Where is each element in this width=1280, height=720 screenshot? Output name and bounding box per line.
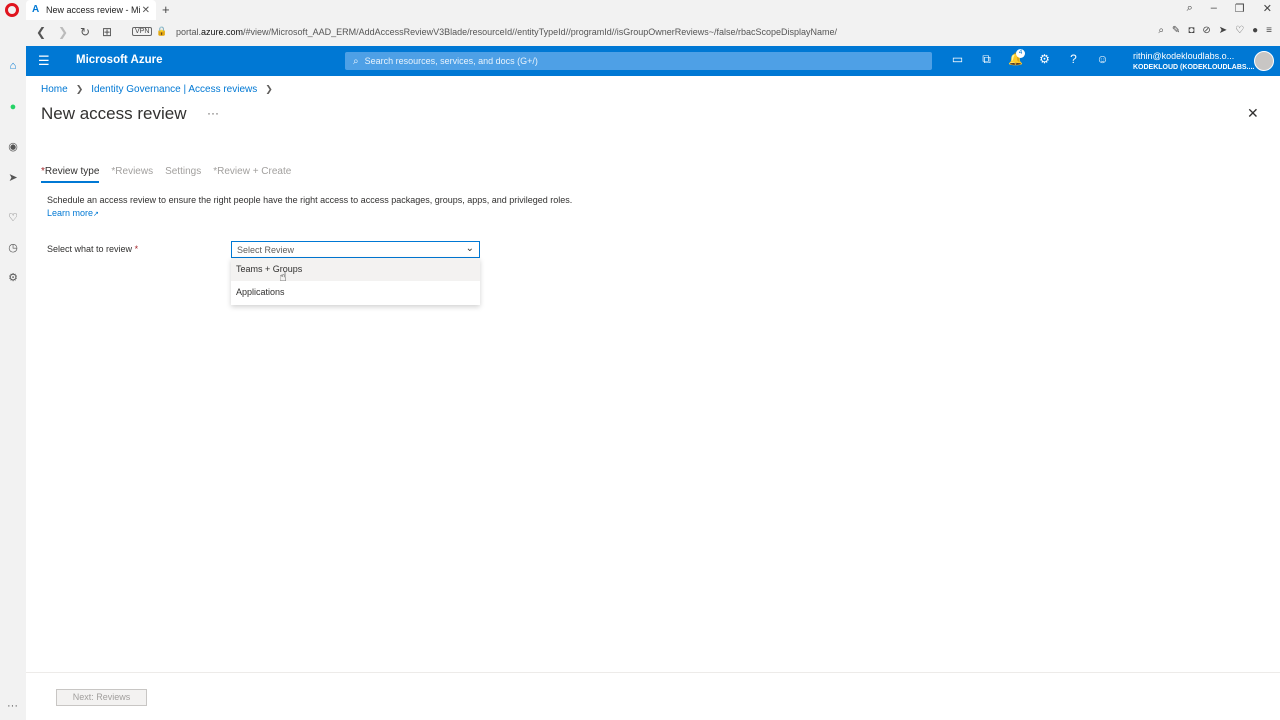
portal-menu-icon[interactable]: ☰ [38,53,50,69]
chevron-right-icon: ❯ [75,84,84,94]
menu-icon[interactable]: ≡ [1266,25,1272,36]
url-field[interactable]: portal.azure.com/#view/Microsoft_AAD_ERM… [176,27,837,37]
external-link-icon: ↗ [93,211,99,218]
url-domain: azure.com [201,27,244,37]
option-applications[interactable]: Applications [231,281,480,304]
tab-label: Review + Create [217,166,292,177]
avatar[interactable] [1254,51,1274,71]
search-page-icon[interactable]: ⌕ [1158,25,1164,36]
home-icon[interactable]: ⌂ [6,59,20,73]
required-marker: * [134,244,139,254]
profile-icon[interactable]: ● [1252,25,1258,36]
account-email: rithin@kodekloudlabs.o... [1133,51,1235,61]
feedback-icon[interactable]: ☺ [1095,52,1110,67]
account-info[interactable]: rithin@kodekloudlabs.o... KODEKLOUD (KOD… [1133,51,1254,73]
wizard-tabs: *Review type *Reviews Settings *Review +… [41,166,291,183]
tab-close-icon[interactable]: ✕ [142,5,150,16]
learn-more-link[interactable]: Learn more↗ [47,208,99,218]
close-window-icon[interactable]: ✕ [1263,2,1272,15]
address-bar: ❮ ❯ ↻ ⊞ VPN 🔒 portal.azure.com/#view/Mic… [0,20,1280,46]
player-icon[interactable]: ◉ [6,140,20,154]
browser-tabstrip: A New access review - Micro ✕ + ⌕ – ❐ ✕ [0,0,1280,20]
chevron-right-icon: ❯ [265,84,273,94]
azure-favicon-icon: A [32,4,40,15]
select-label-text: Select what to review [47,244,133,254]
footer: Next: Reviews [26,672,1280,720]
select-review-label: Select what to review * [47,244,138,254]
chevron-down-icon: ⌄ [465,243,474,254]
help-icon[interactable]: ? [1066,52,1081,67]
whatsapp-icon[interactable]: ● [6,100,20,114]
tab-label: Reviews [115,166,154,177]
select-review-dropdown[interactable]: Select Review ⌄ [231,241,480,258]
opera-logo-icon[interactable] [5,3,19,17]
next-reviews-button[interactable]: Next: Reviews [56,689,147,706]
global-search-input[interactable]: ⌕ Search resources, services, and docs (… [345,52,932,70]
description-text: Schedule an access review to ensure the … [47,195,573,205]
send-sidebar-icon[interactable]: ➤ [6,171,20,185]
close-icon[interactable]: ✕ [1247,105,1259,122]
directory-filter-icon[interactable]: ⧉ [979,52,994,67]
adblock-icon[interactable]: ⊘ [1202,25,1210,36]
opera-sidebar: ⌂ ● ◉ ➤ ♡ ◷ ⚙ [0,46,26,720]
more-options-icon[interactable]: ··· [207,106,219,120]
new-tab-icon[interactable]: + [162,2,170,17]
camera-icon[interactable]: ◘ [1188,25,1194,36]
cloud-shell-icon[interactable]: ▭ [950,52,965,67]
tab-settings[interactable]: Settings [165,166,201,183]
reload-icon[interactable]: ↻ [80,25,90,39]
select-placeholder: Select Review [237,245,295,255]
search-placeholder: Search resources, services, and docs (G+… [364,56,538,66]
minimize-icon[interactable]: – [1211,2,1217,15]
restore-icon[interactable]: ❐ [1235,2,1245,15]
lock-icon[interactable]: 🔒 [156,26,167,37]
sidebar-more-icon[interactable]: ··· [7,700,18,712]
settings-icon[interactable]: ⚙ [6,271,20,285]
heart-icon[interactable]: ♡ [1235,25,1244,36]
tab-label: Settings [165,166,202,177]
breadcrumb-section[interactable]: Identity Governance | Access reviews [91,84,257,95]
address-bar-icons: ⌕ ✎ ◘ ⊘ ➤ ♡ ● ≡ [1158,25,1272,36]
account-tenant: KODEKLOUD (KODEKLOUDLABS.... [1133,64,1255,71]
learn-more-label: Learn more [47,208,94,218]
search-tabs-icon[interactable]: ⌕ [1187,2,1193,15]
back-icon[interactable]: ❮ [36,25,46,39]
breadcrumb-home[interactable]: Home [41,84,68,95]
url-prefix: portal. [176,27,202,37]
url-path: /#view/Microsoft_AAD_ERM/AddAccessReview… [243,27,838,37]
hand-cursor-icon: ☝ [279,269,287,284]
tab-review-type[interactable]: *Review type [41,166,100,183]
tab-reviews[interactable]: *Reviews [111,166,153,183]
breadcrumb: Home ❯ Identity Governance | Access revi… [41,84,273,95]
window-controls: ⌕ – ❐ ✕ [1187,2,1272,15]
azure-header: ☰ Microsoft Azure ⌕ Search resources, se… [26,46,1280,76]
tab-title: New access review - Micro [46,5,140,15]
header-icons: ▭ ⧉ 🔔 ⚙ ? ☺ [950,52,1110,67]
edit-icon[interactable]: ✎ [1172,25,1180,36]
history-icon[interactable]: ◷ [6,241,20,255]
speed-dial-icon[interactable]: ⊞ [102,25,112,39]
tab-label: Review type [44,166,100,177]
dropdown-menu: Teams + Groups Applications [231,258,480,305]
tab-review-create[interactable]: *Review + Create [213,166,291,183]
favorites-icon[interactable]: ♡ [6,211,20,225]
browser-tab[interactable]: A New access review - Micro ✕ [26,0,156,20]
send-icon[interactable]: ➤ [1219,25,1227,36]
vpn-badge[interactable]: VPN [132,27,153,36]
option-teams-groups[interactable]: Teams + Groups [231,258,480,281]
forward-icon[interactable]: ❯ [58,25,68,39]
search-icon: ⌕ [353,55,359,67]
settings-gear-icon[interactable]: ⚙ [1037,52,1052,67]
brand-title[interactable]: Microsoft Azure [76,54,162,66]
notification-badge: 4 [1016,49,1025,58]
page-title: New access review [41,104,187,123]
